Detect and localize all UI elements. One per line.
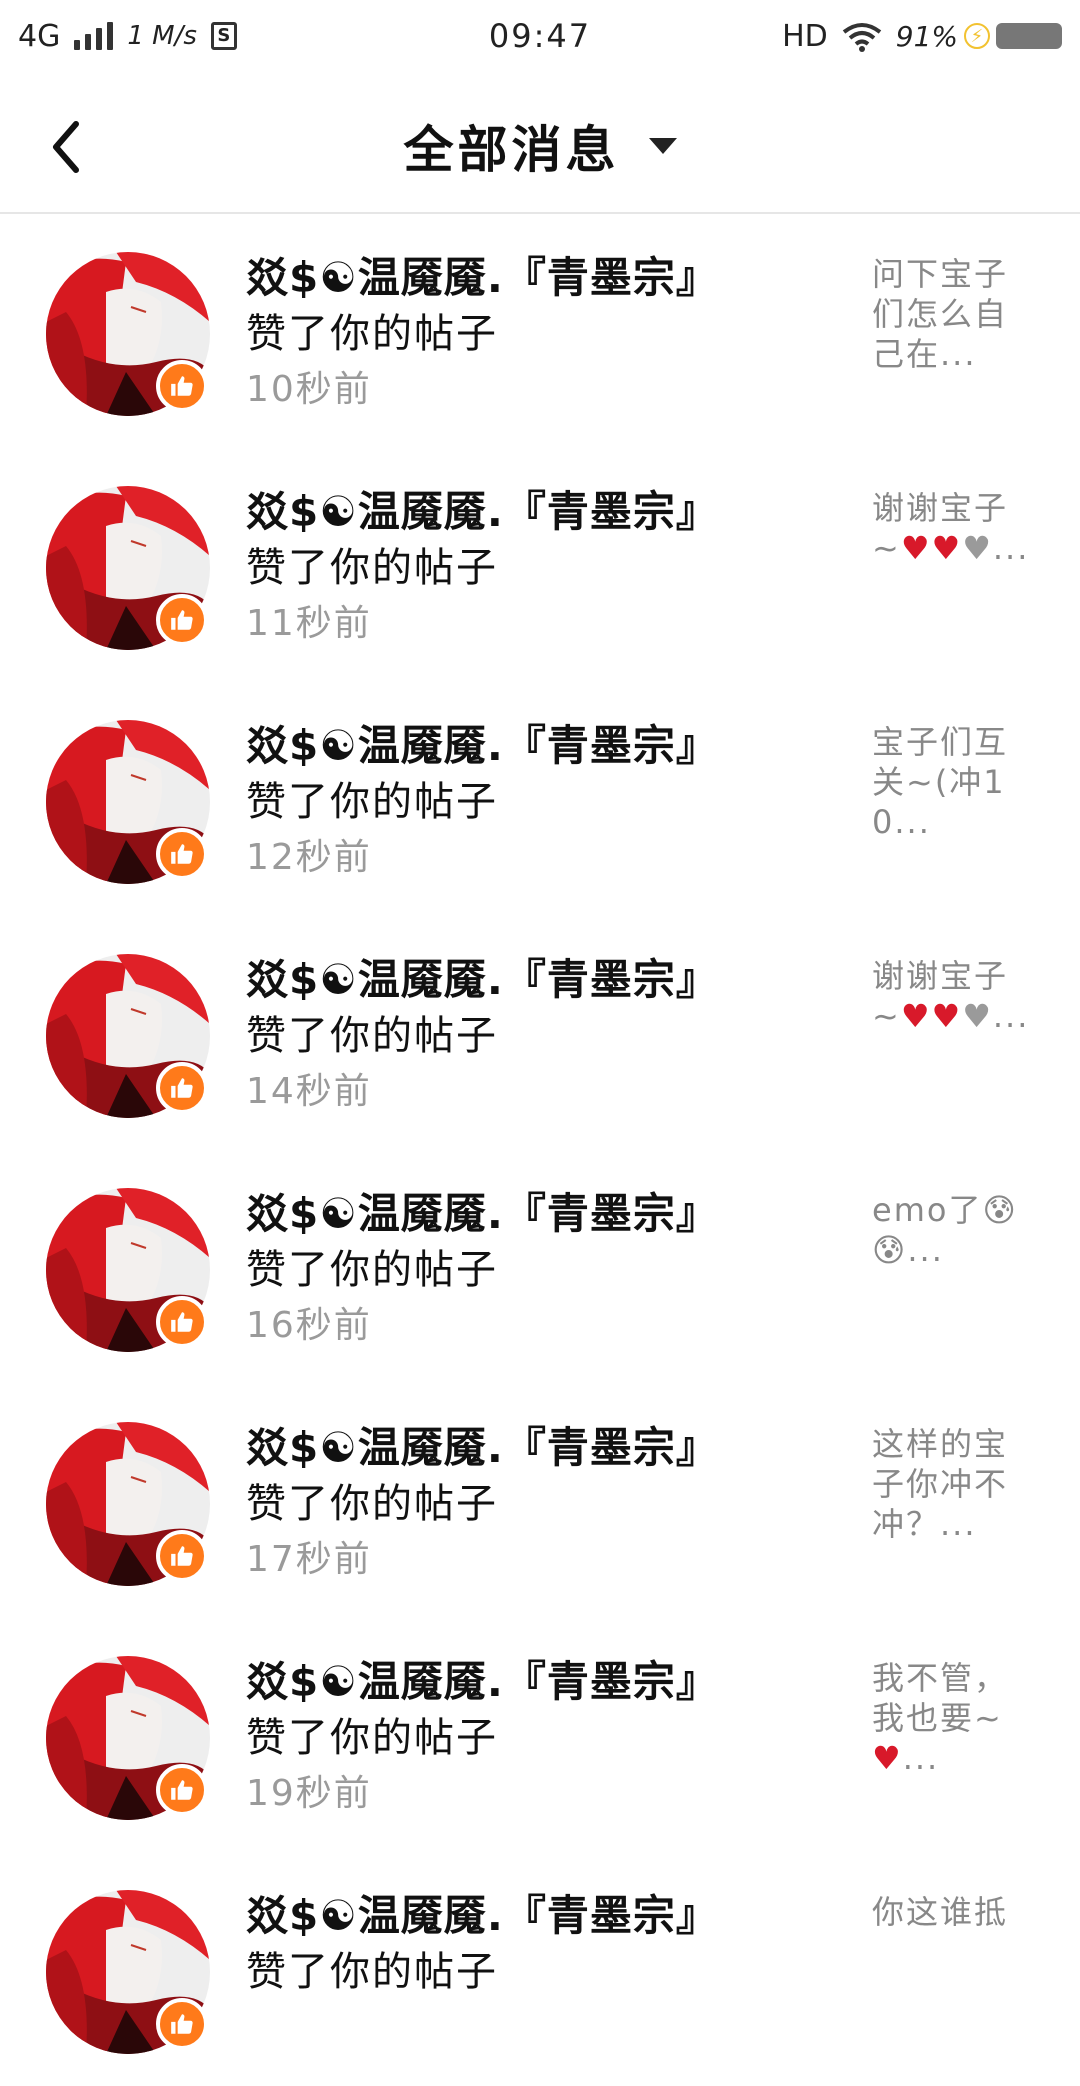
action-text: 赞了你的帖子 bbox=[246, 1013, 498, 1059]
notification-item[interactable]: 㸚$☯温魇魇.『青墨宗』 赞了你的帖子 11秒前 谢谢宝子~♥♥♥... bbox=[0, 448, 1080, 682]
user-name[interactable]: 㸚$☯温魇魇.『青墨宗』 bbox=[246, 484, 766, 540]
timestamp: 10秒前 bbox=[246, 369, 372, 410]
post-preview: 谢谢宝子~♥♥♥... bbox=[872, 956, 1032, 1036]
battery-percent: 91% bbox=[895, 19, 958, 53]
signal-icon bbox=[74, 22, 114, 50]
post-preview: emo了😰😰... bbox=[872, 1191, 1018, 1269]
page-title: 全部消息 bbox=[403, 121, 620, 179]
sim-icon: S bbox=[210, 22, 237, 50]
preview-text: 我不管，我也要~ bbox=[872, 1659, 1009, 1737]
header: 全部消息 bbox=[0, 72, 1080, 214]
user-name[interactable]: 㸚$☯温魇魇.『青墨宗』 bbox=[246, 1888, 766, 1944]
charging-icon: ⚡ bbox=[964, 23, 990, 49]
notification-item[interactable]: 㸚$☯温魇魇.『青墨宗』 赞了你的帖子 14秒前 谢谢宝子~♥♥♥... bbox=[0, 916, 1080, 1150]
status-right: HD 91% ⚡ bbox=[782, 19, 1062, 54]
notification-item[interactable]: 㸚$☯温魇魇.『青墨宗』 赞了你的帖子 19秒前 我不管，我也要~♥... bbox=[0, 1618, 1080, 1852]
battery-icon bbox=[996, 23, 1062, 49]
post-preview: 我不管，我也要~♥... bbox=[872, 1658, 1032, 1778]
avatar-container[interactable] bbox=[46, 720, 210, 884]
thumbs-up-icon bbox=[156, 1764, 208, 1816]
timestamp: 16秒前 bbox=[246, 1305, 372, 1346]
status-left: 4G 1 M/s S bbox=[18, 19, 237, 54]
notification-item[interactable]: 㸚$☯温魇魇.『青墨宗』 赞了你的帖子 12秒前 宝子们互关~(冲10... bbox=[0, 682, 1080, 916]
post-preview: 宝子们互关~(冲10... bbox=[872, 723, 1009, 841]
preview-ellipsis: ... bbox=[902, 1739, 940, 1777]
notification-text: 㸚$☯温魇魇.『青墨宗』 赞了你的帖子 17秒前 bbox=[246, 1420, 766, 1586]
notification-text: 㸚$☯温魇魇.『青墨宗』 赞了你的帖子 11秒前 bbox=[246, 484, 766, 650]
user-name[interactable]: 㸚$☯温魇魇.『青墨宗』 bbox=[246, 1654, 766, 1710]
avatar-container[interactable] bbox=[46, 1656, 210, 1820]
notification-item[interactable]: 㸚$☯温魇魇.『青墨宗』 赞了你的帖子 你这谁抵 bbox=[0, 1852, 1080, 2086]
action-text: 赞了你的帖子 bbox=[246, 1715, 498, 1761]
status-bar: 4G 1 M/s S 09:47 HD 91% ⚡ bbox=[0, 0, 1080, 72]
hd-label: HD bbox=[782, 18, 828, 54]
heart-icon: ♥ bbox=[962, 529, 993, 567]
timestamp: 17秒前 bbox=[246, 1539, 372, 1580]
action-text: 赞了你的帖子 bbox=[246, 311, 498, 357]
preview-ellipsis: ... bbox=[992, 529, 1030, 567]
action-text: 赞了你的帖子 bbox=[246, 1247, 498, 1293]
notification-text: 㸚$☯温魇魇.『青墨宗』 赞了你的帖子 bbox=[246, 1888, 766, 2002]
action-text: 赞了你的帖子 bbox=[246, 545, 498, 591]
user-name[interactable]: 㸚$☯温魇魇.『青墨宗』 bbox=[246, 250, 766, 306]
network-speed: 1 M/s bbox=[127, 21, 197, 51]
timestamp: 19秒前 bbox=[246, 1773, 372, 1814]
notification-list: 㸚$☯温魇魇.『青墨宗』 赞了你的帖子 10秒前 问下宝子们怎么自己在... 㸚… bbox=[0, 214, 1080, 2086]
battery-indicator: 91% ⚡ bbox=[896, 20, 1062, 53]
notification-item[interactable]: 㸚$☯温魇魇.『青墨宗』 赞了你的帖子 16秒前 emo了😰😰... bbox=[0, 1150, 1080, 1384]
notification-text: 㸚$☯温魇魇.『青墨宗』 赞了你的帖子 14秒前 bbox=[246, 952, 766, 1118]
action-text: 赞了你的帖子 bbox=[246, 779, 498, 825]
heart-icon: ♥ bbox=[962, 997, 993, 1035]
filter-dropdown[interactable]: 全部消息 bbox=[0, 110, 1080, 182]
avatar-container[interactable] bbox=[46, 954, 210, 1118]
thumbs-up-icon bbox=[156, 594, 208, 646]
notification-text: 㸚$☯温魇魇.『青墨宗』 赞了你的帖子 12秒前 bbox=[246, 718, 766, 884]
caret-down-icon bbox=[648, 138, 677, 154]
post-preview: 这样的宝子你冲不冲？... bbox=[872, 1425, 1009, 1543]
heart-icon: ♥♥ bbox=[900, 529, 963, 567]
notification-text: 㸚$☯温魇魇.『青墨宗』 赞了你的帖子 19秒前 bbox=[246, 1654, 766, 1820]
user-name[interactable]: 㸚$☯温魇魇.『青墨宗』 bbox=[246, 1186, 766, 1242]
notification-item[interactable]: 㸚$☯温魇魇.『青墨宗』 赞了你的帖子 17秒前 这样的宝子你冲不冲？... bbox=[0, 1384, 1080, 1618]
thumbs-up-icon bbox=[156, 1998, 208, 2050]
thumbs-up-icon bbox=[156, 1296, 208, 1348]
wifi-icon bbox=[842, 23, 881, 52]
avatar-container[interactable] bbox=[46, 486, 210, 650]
timestamp: 12秒前 bbox=[246, 837, 372, 878]
post-preview: 你这谁抵 bbox=[872, 1893, 1009, 1931]
timestamp: 14秒前 bbox=[246, 1071, 372, 1112]
avatar-container[interactable] bbox=[46, 1188, 210, 1352]
user-name[interactable]: 㸚$☯温魇魇.『青墨宗』 bbox=[246, 1420, 766, 1476]
notification-text: 㸚$☯温魇魇.『青墨宗』 赞了你的帖子 10秒前 bbox=[246, 250, 766, 416]
avatar-container[interactable] bbox=[46, 1422, 210, 1586]
action-text: 赞了你的帖子 bbox=[246, 1949, 498, 1995]
action-text: 赞了你的帖子 bbox=[246, 1481, 498, 1527]
thumbs-up-icon bbox=[156, 1062, 208, 1114]
thumbs-up-icon bbox=[156, 360, 208, 412]
avatar-container[interactable] bbox=[46, 1890, 210, 2054]
heart-icon: ♥ bbox=[872, 1739, 903, 1777]
user-name[interactable]: 㸚$☯温魇魇.『青墨宗』 bbox=[246, 952, 766, 1008]
avatar-container[interactable] bbox=[46, 252, 210, 416]
preview-ellipsis: ... bbox=[992, 997, 1030, 1035]
thumbs-up-icon bbox=[156, 828, 208, 880]
thumbs-up-icon bbox=[156, 1530, 208, 1582]
network-type: 4G bbox=[18, 18, 61, 54]
user-name[interactable]: 㸚$☯温魇魇.『青墨宗』 bbox=[246, 718, 766, 774]
post-preview: 问下宝子们怎么自己在... bbox=[872, 255, 1009, 373]
post-preview: 谢谢宝子~♥♥♥... bbox=[872, 488, 1032, 568]
notification-text: 㸚$☯温魇魇.『青墨宗』 赞了你的帖子 16秒前 bbox=[246, 1186, 766, 1352]
notification-item[interactable]: 㸚$☯温魇魇.『青墨宗』 赞了你的帖子 10秒前 问下宝子们怎么自己在... bbox=[0, 214, 1080, 448]
heart-icon: ♥♥ bbox=[900, 997, 963, 1035]
timestamp: 11秒前 bbox=[246, 603, 372, 644]
